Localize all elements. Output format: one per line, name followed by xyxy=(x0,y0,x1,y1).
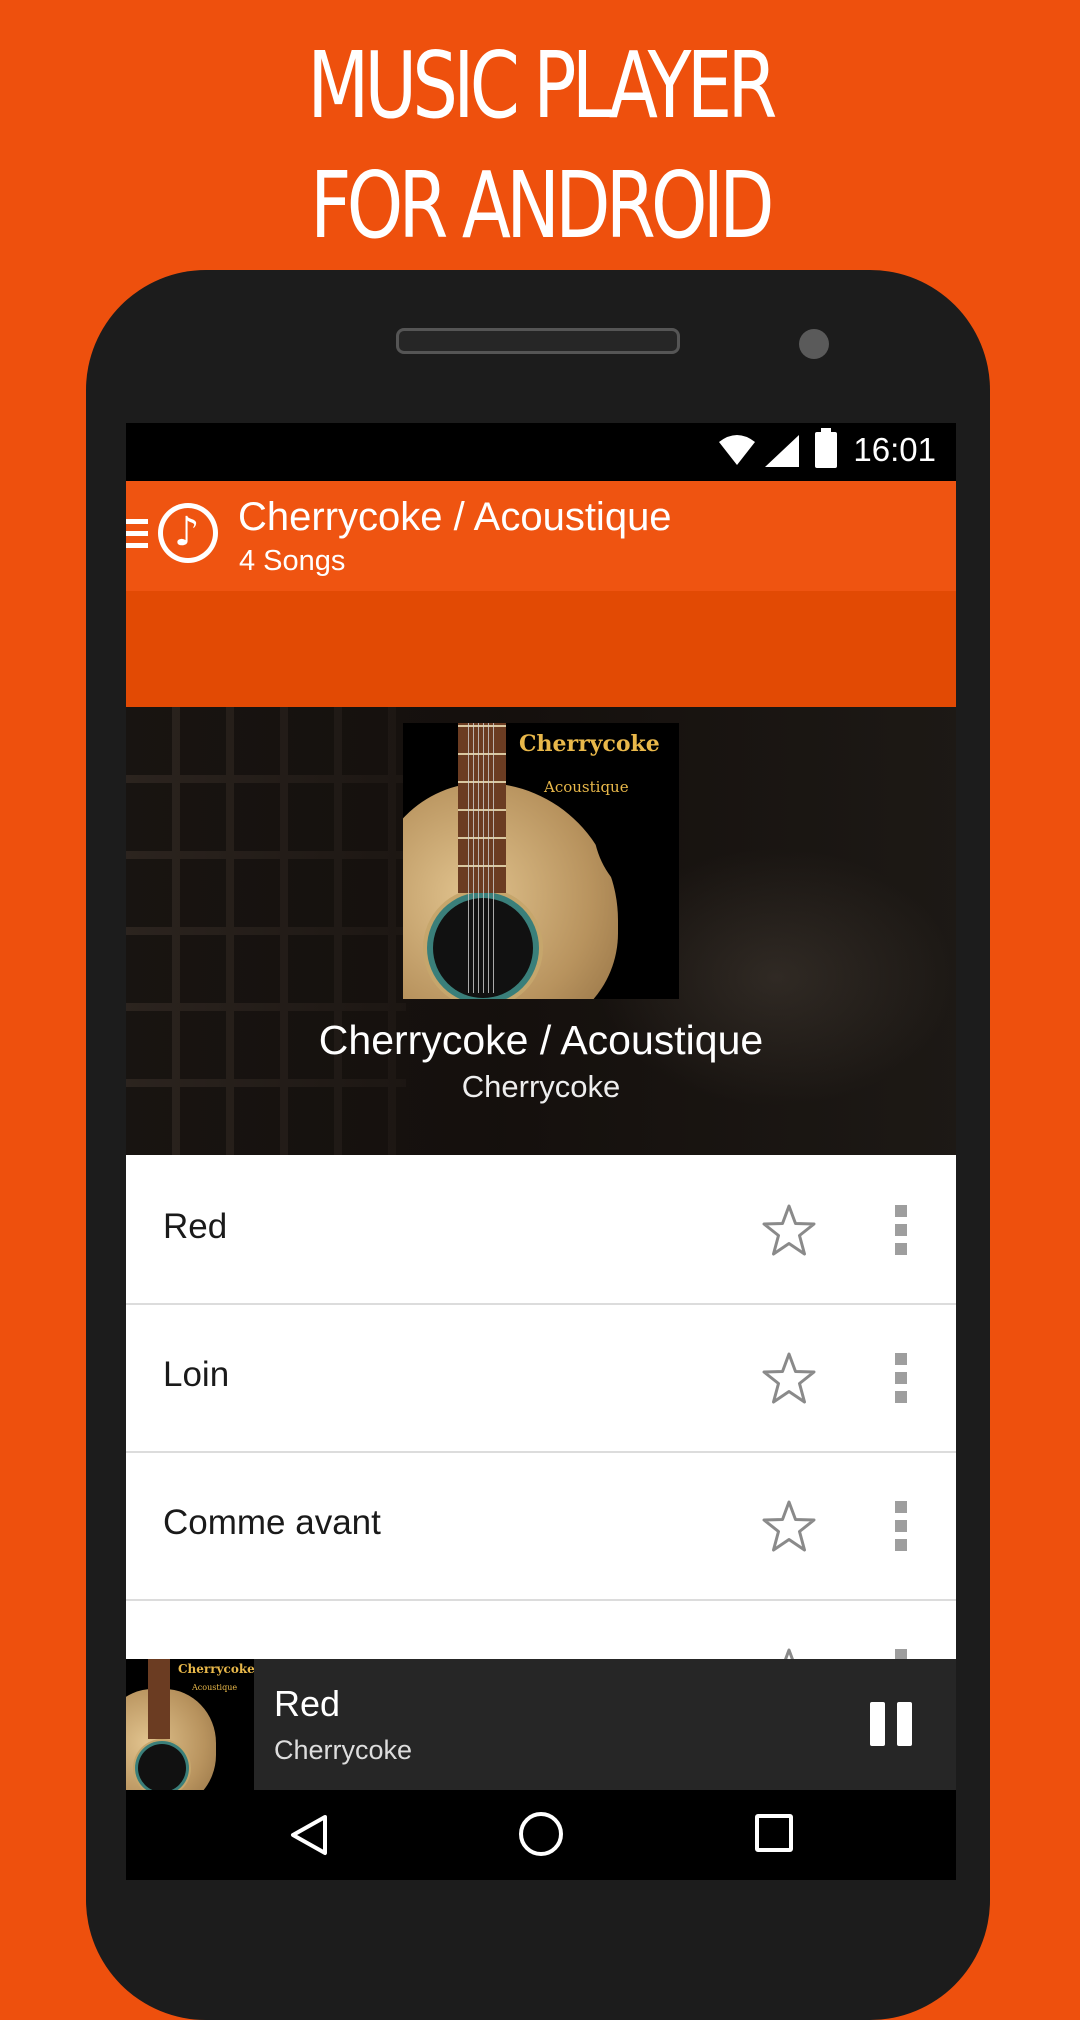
signal-icon xyxy=(765,435,799,467)
np-guitar-neck xyxy=(148,1659,170,1739)
menu-icon[interactable] xyxy=(126,519,148,555)
more-vert-icon[interactable] xyxy=(895,1501,907,1558)
list-item[interactable]: Red xyxy=(126,1155,956,1305)
now-playing-art[interactable]: Cherrycoke Acoustique xyxy=(126,1659,254,1790)
toolbar-title: Cherrycoke / Acoustique xyxy=(238,495,672,539)
phone-camera xyxy=(799,329,829,359)
guitar-strings xyxy=(468,723,496,993)
home-icon[interactable] xyxy=(519,1812,563,1856)
navigation-bar xyxy=(126,1790,956,1880)
toolbar-extension xyxy=(126,591,956,707)
album-header: Cherrycoke Acoustique Cherrycoke / Acous… xyxy=(126,707,956,1155)
list-item[interactable]: Loin xyxy=(126,1303,956,1453)
album-artist: Cherrycoke xyxy=(461,1069,621,1104)
status-time: 16:01 xyxy=(853,431,936,468)
star-icon[interactable] xyxy=(761,1203,817,1257)
more-vert-icon[interactable] xyxy=(895,1353,907,1410)
album-art[interactable]: Cherrycoke Acoustique xyxy=(403,723,679,999)
song-list: Red Loin Comme avant xyxy=(126,1155,956,1665)
battery-icon xyxy=(815,428,837,468)
song-title: Comme avant xyxy=(163,1503,381,1542)
status-bar: 16:01 xyxy=(126,423,956,481)
album-title: Cherrycoke / Acoustique xyxy=(318,1017,764,1063)
pause-icon[interactable] xyxy=(870,1702,912,1746)
list-item-partial[interactable] xyxy=(126,1599,956,1665)
recents-icon[interactable] xyxy=(755,1814,793,1852)
more-vert-icon[interactable] xyxy=(895,1205,907,1262)
wifi-icon xyxy=(719,435,755,465)
phone-speaker xyxy=(396,328,680,354)
toolbar: ♪ Cherrycoke / Acoustique 4 Songs xyxy=(126,481,956,591)
now-playing-artist: Cherrycoke xyxy=(274,1735,413,1765)
phone-screen: 16:01 ♪ Cherrycoke / Acoustique 4 Songs … xyxy=(126,423,956,1880)
list-item[interactable]: Comme avant xyxy=(126,1451,956,1601)
song-title: Loin xyxy=(163,1355,230,1394)
np-art-title: Acoustique xyxy=(192,1683,238,1692)
star-icon[interactable] xyxy=(761,1499,817,1553)
back-icon[interactable] xyxy=(289,1813,329,1857)
song-title: Red xyxy=(163,1207,228,1246)
album-art-band: Cherrycoke xyxy=(519,731,660,757)
album-art-title: Acoustique xyxy=(544,778,629,796)
toolbar-subtitle: 4 Songs xyxy=(239,545,346,577)
now-playing-title: Red xyxy=(274,1683,341,1724)
now-playing-bar[interactable]: Cherrycoke Acoustique Red Cherrycoke xyxy=(126,1659,956,1790)
promo-headline-line2: FOR ANDROID xyxy=(310,152,774,259)
app-note-glyph: ♪ xyxy=(174,509,200,555)
star-icon[interactable] xyxy=(761,1351,817,1405)
promo-headline-line1: MUSIC PLAYER xyxy=(307,32,777,139)
np-art-band: Cherrycoke xyxy=(178,1662,254,1676)
np-guitar-soundhole xyxy=(138,1744,186,1790)
